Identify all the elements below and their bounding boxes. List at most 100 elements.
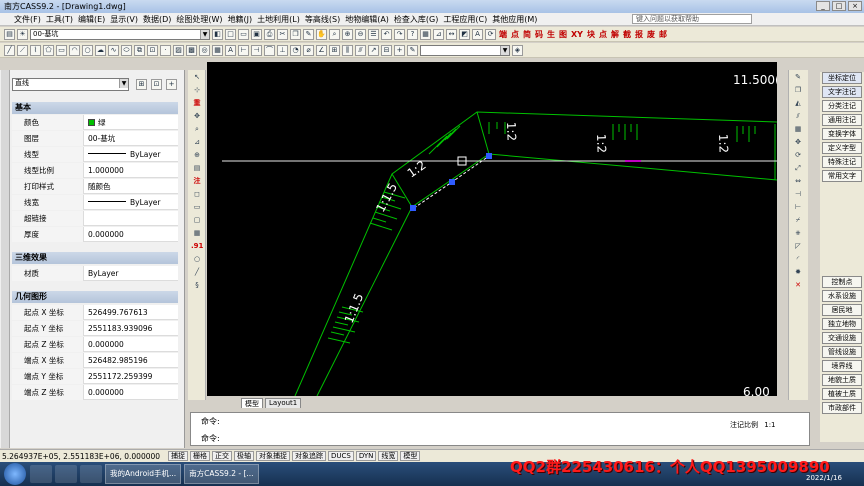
distance-icon[interactable]: ↔ bbox=[446, 28, 457, 40]
toolbar-red-3[interactable]: 码 bbox=[534, 29, 544, 40]
baseline-icon[interactable]: ⫼ bbox=[342, 44, 353, 56]
coordinate-icon[interactable]: ⊕ bbox=[191, 150, 203, 161]
dim-icon[interactable]: ⊿ bbox=[433, 28, 444, 40]
toolbar-red-9[interactable]: 解 bbox=[610, 29, 620, 40]
spline-icon[interactable]: ∿ bbox=[108, 44, 119, 56]
join-icon[interactable]: ⧺ bbox=[792, 228, 804, 239]
insert-block-icon[interactable]: ⧉ bbox=[134, 44, 145, 56]
layer-icon[interactable]: ▤ bbox=[4, 28, 15, 40]
toolbar-red-8[interactable]: 点 bbox=[598, 29, 608, 40]
make-block-icon[interactable]: ⊡ bbox=[147, 44, 158, 56]
curve-icon[interactable]: § bbox=[191, 280, 203, 291]
erase-icon[interactable]: ✎ bbox=[792, 72, 804, 83]
cloud-icon[interactable]: ☁ bbox=[95, 44, 106, 56]
annotate-icon[interactable]: 注 bbox=[191, 176, 203, 187]
toolbar-red-13[interactable]: 邮 bbox=[658, 29, 668, 40]
copy-icon[interactable]: ❐ bbox=[290, 28, 301, 40]
hatch-icon[interactable]: ▨ bbox=[173, 44, 184, 56]
calc-icon[interactable]: ▦ bbox=[420, 28, 431, 40]
status-polar-button[interactable]: 极轴 bbox=[234, 451, 255, 461]
group-basic[interactable]: 基本 bbox=[12, 102, 178, 114]
grip-end[interactable] bbox=[486, 153, 492, 159]
chamfer-icon[interactable]: ◸ bbox=[792, 241, 804, 252]
copy-tool-icon[interactable]: ❐ bbox=[792, 85, 804, 96]
prop-row[interactable]: 材质 ByLayer bbox=[12, 266, 178, 281]
toolbar-red-10[interactable]: 截 bbox=[622, 29, 632, 40]
cass-boundary[interactable]: 境界线 bbox=[822, 360, 862, 372]
dim-aligned-icon[interactable]: ⊣ bbox=[251, 44, 262, 56]
menu-edit[interactable]: 编辑(E) bbox=[78, 14, 105, 25]
status-dyn-button[interactable]: DYN bbox=[355, 451, 377, 461]
pickadd-icon[interactable]: + bbox=[166, 79, 177, 90]
print-icon[interactable]: ⎙ bbox=[264, 28, 275, 40]
cass-traffic[interactable]: 交通设施 bbox=[822, 332, 862, 344]
cass-category-annotate[interactable]: 分类注记 bbox=[822, 100, 862, 112]
circle-tool-icon[interactable]: ○ bbox=[191, 254, 203, 265]
break-icon[interactable]: ⌿ bbox=[792, 215, 804, 226]
rotate-tool-icon[interactable]: ⟳ bbox=[792, 150, 804, 161]
table-icon[interactable]: ▦ bbox=[212, 44, 223, 56]
xline-icon[interactable]: ⟋ bbox=[17, 44, 28, 56]
tolerance-icon[interactable]: ⊟ bbox=[381, 44, 392, 56]
tab-model[interactable]: 模型 bbox=[241, 398, 263, 408]
menu-contour[interactable]: 等高线(S) bbox=[305, 14, 340, 25]
stretch-icon[interactable]: ⇔ bbox=[792, 176, 804, 187]
layer-prev-icon[interactable]: ◧ bbox=[212, 28, 223, 40]
help-search-input[interactable]: 键入问题以获取帮助 bbox=[632, 14, 752, 24]
menu-draw-process[interactable]: 绘图处理(W) bbox=[176, 14, 222, 25]
slope-cross-line[interactable] bbox=[476, 111, 490, 155]
query-icon[interactable]: ⌕ bbox=[191, 124, 203, 135]
cass-text-annotate[interactable]: 文字注记 bbox=[822, 86, 862, 98]
prop-row[interactable]: 端点 Y 坐标 2551172.259399 bbox=[12, 369, 178, 384]
dim-linear-icon[interactable]: ⊢ bbox=[238, 44, 249, 56]
prop-row[interactable]: 超链接 bbox=[12, 211, 178, 226]
prop-row[interactable]: 颜色 绿 bbox=[12, 115, 178, 130]
dim-arc-icon[interactable]: ⌒ bbox=[264, 44, 275, 56]
dim-angle-icon[interactable]: ∠ bbox=[316, 44, 327, 56]
rectangle-icon[interactable]: ▭ bbox=[56, 44, 67, 56]
menu-cadastre[interactable]: 地籍(J) bbox=[228, 14, 253, 25]
window-icon[interactable]: ◻ bbox=[191, 189, 203, 200]
quick-dim-icon[interactable]: ⊞ bbox=[329, 44, 340, 56]
dim-style-icon[interactable]: ◈ bbox=[512, 44, 523, 56]
cass-landform[interactable]: 地貌土质 bbox=[822, 374, 862, 386]
grip-start[interactable] bbox=[410, 205, 416, 211]
extend-icon[interactable]: ⊢ bbox=[792, 202, 804, 213]
layer-manage-icon[interactable]: ▤ bbox=[191, 163, 203, 174]
undo-icon[interactable]: ↶ bbox=[381, 28, 392, 40]
fillet-icon[interactable]: ◜ bbox=[792, 254, 804, 265]
group-3d[interactable]: 三维效果 bbox=[12, 252, 178, 264]
prop-row[interactable]: 打印样式 随颜色 bbox=[12, 179, 178, 194]
arc-icon[interactable]: ◠ bbox=[69, 44, 80, 56]
cass-pipeline[interactable]: 管线设施 bbox=[822, 346, 862, 358]
gradient-icon[interactable]: ▩ bbox=[186, 44, 197, 56]
frame-icon[interactable]: ▢ bbox=[191, 215, 203, 226]
delete-icon[interactable]: ✕ bbox=[792, 280, 804, 291]
toolbar-red-1[interactable]: 点 bbox=[510, 29, 520, 40]
cass-control-point[interactable]: 控制点 bbox=[822, 276, 862, 288]
snap-icon[interactable]: ⊹ bbox=[191, 85, 203, 96]
redo-icon[interactable]: ↷ bbox=[394, 28, 405, 40]
status-model-button[interactable]: 模型 bbox=[400, 451, 421, 461]
point-icon[interactable]: · bbox=[160, 44, 171, 56]
center-mark-icon[interactable]: + bbox=[394, 44, 405, 56]
status-osnap-button[interactable]: 对象捕捉 bbox=[256, 451, 291, 461]
prop-row[interactable]: 起点 Y 坐标 2551183.939096 bbox=[12, 321, 178, 336]
scale-icon[interactable]: ⤢ bbox=[792, 163, 804, 174]
prop-row[interactable]: 起点 Z 坐标 0.000000 bbox=[12, 337, 178, 352]
menu-land-use[interactable]: 土地利用(L) bbox=[257, 14, 300, 25]
taskbar-app-icon[interactable] bbox=[55, 465, 77, 483]
mirror-icon[interactable]: ◭ bbox=[792, 98, 804, 109]
menu-other[interactable]: 其他应用(M) bbox=[492, 14, 537, 25]
maximize-button[interactable]: □ bbox=[832, 1, 846, 11]
polyline-icon[interactable]: ⌇ bbox=[30, 44, 41, 56]
toolbar-red-0[interactable]: 端 bbox=[498, 29, 508, 40]
grip-mid[interactable] bbox=[449, 179, 455, 185]
prop-row[interactable]: 厚度 0.000000 bbox=[12, 227, 178, 242]
close-button[interactable]: × bbox=[848, 1, 862, 11]
taskbar-app-icon[interactable] bbox=[30, 465, 52, 483]
array-icon[interactable]: ▦ bbox=[792, 124, 804, 135]
open-file-icon[interactable]: ▭ bbox=[238, 28, 249, 40]
prop-row[interactable]: 线型 ByLayer bbox=[12, 147, 178, 162]
rect-icon[interactable]: ▭ bbox=[191, 202, 203, 213]
